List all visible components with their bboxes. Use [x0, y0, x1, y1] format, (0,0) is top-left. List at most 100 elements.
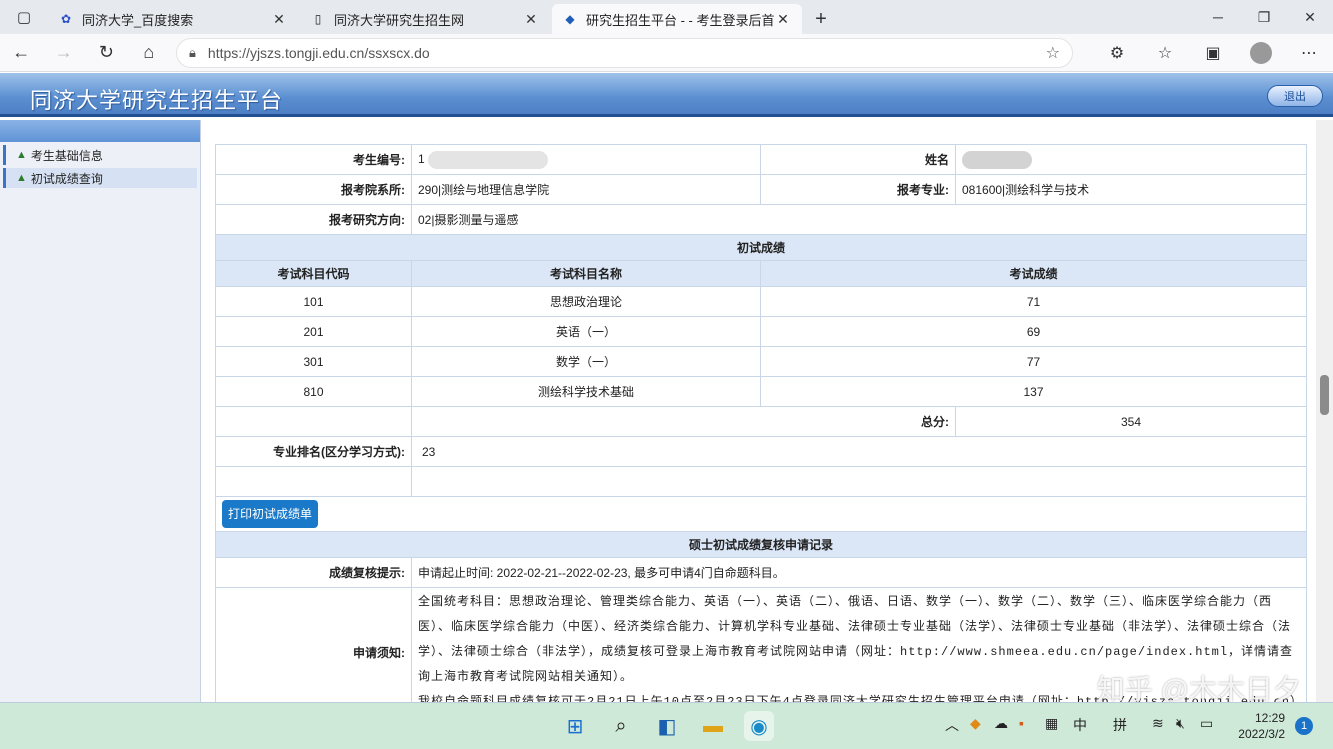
- table-row: 报考研究方向: 02|摄影测量与遥感: [215, 204, 1307, 235]
- add-favorite-icon[interactable]: ☆: [1046, 43, 1060, 63]
- section-title-scores: 初试成绩: [215, 234, 1307, 261]
- direction-label: 报考研究方向:: [215, 204, 412, 235]
- page-icon: ▯: [314, 12, 322, 26]
- redacted-block: [428, 150, 549, 169]
- print-row: 打印初试成绩单: [215, 496, 1307, 532]
- extensions-icon[interactable]: ⚙: [1093, 42, 1141, 64]
- empty-cell: [215, 406, 412, 437]
- user-icon: ▲: [16, 172, 27, 184]
- close-tab-icon[interactable]: ✕: [522, 11, 540, 28]
- app-tray-icon[interactable]: ▦: [1045, 715, 1058, 732]
- app-tray-icon[interactable]: ▪: [1019, 715, 1024, 731]
- tab-actions-icon[interactable]: ▢: [0, 0, 48, 34]
- clock-time: 12:29: [1254, 711, 1285, 725]
- dept-value: 290|测绘与地理信息学院: [411, 174, 761, 205]
- total-value: 354: [955, 406, 1307, 437]
- close-window-icon[interactable]: ✕: [1287, 0, 1333, 34]
- table-row: 总分: 354: [215, 406, 1307, 437]
- subject-name: 思想政治理论: [411, 286, 761, 317]
- exam-no-value: 1: [411, 144, 761, 175]
- column-header: 考试科目代码: [215, 260, 412, 287]
- clock[interactable]: 12:29 2022/3/2: [1238, 710, 1285, 742]
- profile-avatar[interactable]: [1237, 41, 1285, 64]
- url-text: https://yjszs.tongji.edu.cn/ssxscx.do: [207, 44, 430, 61]
- edge-icon[interactable]: ◉: [744, 711, 774, 741]
- subject-score: 137: [760, 376, 1307, 407]
- battery-icon[interactable]: ▭: [1200, 715, 1213, 732]
- scrollbar-thumb[interactable]: [1320, 375, 1329, 415]
- notice-label: 申请须知:: [215, 587, 412, 702]
- empty-cell: [411, 466, 1307, 497]
- subject-score: 77: [760, 346, 1307, 377]
- exam-no-label: 考生编号:: [215, 144, 412, 175]
- chevron-up-icon[interactable]: ︿: [945, 715, 959, 735]
- notification-badge[interactable]: 1: [1295, 717, 1313, 735]
- start-icon[interactable]: ⊞: [560, 711, 590, 741]
- task-view-icon[interactable]: ◧: [652, 711, 682, 741]
- sidebar-item-label: 初试成绩查询: [30, 171, 103, 186]
- empty-cell: [215, 466, 412, 497]
- taskbar: ⊞ ⌕ ◧ ▬ ◉ ︿ ◆ ☁ ▪ ▦ 中 拼 ≋ 🔇︎ ▭ 12:29 202…: [0, 702, 1333, 749]
- table-row: 201 英语（一） 69: [215, 316, 1307, 347]
- score-table: 考生编号: 1 姓名 报考院系所: 290|测绘与地理信息学院 报考专业: 08…: [215, 144, 1307, 702]
- more-menu-icon[interactable]: ⋯: [1285, 42, 1333, 64]
- close-tab-icon[interactable]: ✕: [774, 11, 792, 28]
- subject-name: 测绘科学技术基础: [411, 376, 761, 407]
- home-icon[interactable]: ⌂: [128, 34, 171, 72]
- subject-name: 英语（一）: [411, 316, 761, 347]
- rank-value: 23: [411, 436, 1307, 467]
- browser-tools: ⚙ ☆ ▣ ⋯: [1093, 41, 1333, 64]
- user-icon: ▲: [16, 149, 27, 161]
- search-icon[interactable]: ⌕: [606, 711, 636, 741]
- close-tab-icon[interactable]: ✕: [270, 11, 288, 28]
- lock-icon[interactable]: 🔒︎: [189, 45, 196, 61]
- table-row: 101 思想政治理论 71: [215, 286, 1307, 317]
- address-bar[interactable]: 🔒︎ https://yjszs.tongji.edu.cn/ssxscx.do…: [176, 37, 1073, 68]
- sidebar-item-label: 考生基础信息: [30, 148, 103, 163]
- cloud-icon[interactable]: ☁: [994, 715, 1008, 732]
- page-scrollbar[interactable]: [1316, 120, 1333, 702]
- maximize-icon[interactable]: ❐: [1241, 0, 1287, 34]
- name-label: 姓名: [760, 144, 956, 175]
- tab-title: 同济大学研究生招生网: [334, 12, 465, 28]
- minimize-icon[interactable]: ─: [1195, 0, 1241, 34]
- column-header: 考试科目名称: [411, 260, 761, 287]
- browser-tab-2[interactable]: ▯ 同济大学研究生招生网 ✕: [300, 4, 550, 34]
- wifi-icon[interactable]: ≋: [1152, 715, 1164, 732]
- favorites-icon[interactable]: ☆: [1141, 42, 1189, 64]
- table-row: 810 测绘科学技术基础 137: [215, 376, 1307, 407]
- subject-name: 数学（一）: [411, 346, 761, 377]
- subject-score: 71: [760, 286, 1307, 317]
- refresh-icon[interactable]: ↻: [85, 34, 128, 72]
- subject-score: 69: [760, 316, 1307, 347]
- table-row: 考生编号: 1 姓名: [215, 144, 1307, 175]
- site-title: 同济大学研究生招生平台: [30, 88, 284, 113]
- forward-icon[interactable]: →: [43, 34, 86, 72]
- file-explorer-icon[interactable]: ▬: [698, 711, 728, 741]
- name-value: [955, 144, 1307, 175]
- print-score-button[interactable]: 打印初试成绩单: [222, 500, 319, 528]
- tab-title: 同济大学_百度搜索: [82, 12, 194, 28]
- logout-button[interactable]: 退出: [1267, 85, 1323, 107]
- ime-mode[interactable]: 拼: [1113, 715, 1127, 735]
- major-label: 报考专业:: [760, 174, 956, 205]
- sidebar-item-basic-info[interactable]: ▲ 考生基础信息: [3, 145, 197, 165]
- sidebar-header: [0, 120, 200, 142]
- browser-tab-1[interactable]: ✿ 同济大学_百度搜索 ✕: [48, 4, 298, 34]
- review-tip-label: 成绩复核提示:: [215, 557, 412, 588]
- tab-title: 研究生招生平台 - - 考生登录后首: [586, 12, 774, 28]
- column-header: 考试成绩: [760, 260, 1307, 287]
- speaker-muted-icon[interactable]: 🔇︎: [1176, 715, 1185, 732]
- table-row: 成绩复核提示: 申请起止时间: 2022-02-21--2022-02-23, …: [215, 557, 1307, 588]
- collections-icon[interactable]: ▣: [1189, 42, 1237, 64]
- back-icon[interactable]: ←: [0, 34, 43, 72]
- new-tab-button[interactable]: +: [804, 4, 838, 34]
- app-tray-icon[interactable]: ◆: [970, 715, 981, 732]
- clock-date: 2022/3/2: [1238, 727, 1285, 741]
- browser-tab-3[interactable]: ◆ 研究生招生平台 - - 考生登录后首 ✕: [552, 4, 802, 34]
- major-value: 081600|测绘科学与技术: [955, 174, 1307, 205]
- sidebar-item-score-query[interactable]: ▲ 初试成绩查询: [3, 168, 197, 188]
- subject-code: 101: [215, 286, 412, 317]
- ime-language[interactable]: 中: [1073, 715, 1087, 735]
- table-row: 报考院系所: 290|测绘与地理信息学院 报考专业: 081600|测绘科学与技…: [215, 174, 1307, 205]
